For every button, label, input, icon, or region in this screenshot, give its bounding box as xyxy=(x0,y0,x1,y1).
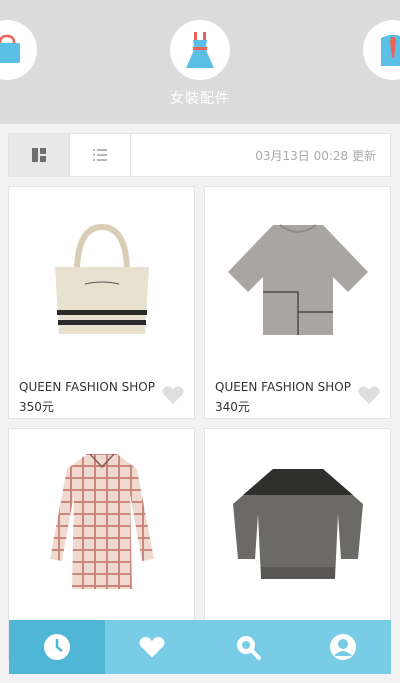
heart-icon xyxy=(139,636,165,658)
product-price: 350元 xyxy=(19,400,54,414)
grid-view-icon xyxy=(32,148,46,162)
category-carousel[interactable]: 女裝配件 xyxy=(0,0,400,124)
product-image-grey-top xyxy=(205,187,390,377)
category-bags[interactable] xyxy=(0,20,37,80)
category-womens-wear[interactable] xyxy=(170,20,230,80)
nav-favorites[interactable] xyxy=(105,620,201,674)
shop-name: QUEEN FASHION SHOP xyxy=(19,380,155,394)
shirt-tie-icon xyxy=(381,35,400,66)
product-image-plaid-shirt xyxy=(9,429,194,619)
nav-profile[interactable] xyxy=(296,620,392,674)
clock-icon xyxy=(43,634,70,660)
product-image-sweater xyxy=(205,429,390,619)
grid-view-button[interactable] xyxy=(9,134,70,176)
list-view-button[interactable] xyxy=(70,134,131,176)
heart-icon[interactable] xyxy=(161,385,185,405)
search-icon xyxy=(236,636,261,660)
category-mens-wear[interactable] xyxy=(363,20,400,80)
view-toolbar: 03月13日 00:28 更新 xyxy=(8,133,391,177)
product-card[interactable]: QUEEN FASHION SHOP 350元 xyxy=(8,186,195,419)
product-card[interactable]: QUEEN FASHION SHOP 340元 xyxy=(204,186,391,419)
heart-icon[interactable] xyxy=(357,385,381,405)
product-image-tote-bag xyxy=(9,187,194,377)
profile-icon xyxy=(330,634,357,660)
list-view-icon xyxy=(93,149,107,161)
nav-recent[interactable] xyxy=(9,620,105,674)
shopping-bag-icon xyxy=(0,34,20,63)
nav-search[interactable] xyxy=(200,620,296,674)
product-price: 340元 xyxy=(215,400,250,414)
dress-icon xyxy=(186,32,214,68)
shop-name: QUEEN FASHION SHOP xyxy=(215,380,351,394)
bottom-nav xyxy=(9,620,391,674)
category-label: 女裝配件 xyxy=(170,91,230,107)
update-time: 03月13日 00:28 更新 xyxy=(255,148,376,163)
